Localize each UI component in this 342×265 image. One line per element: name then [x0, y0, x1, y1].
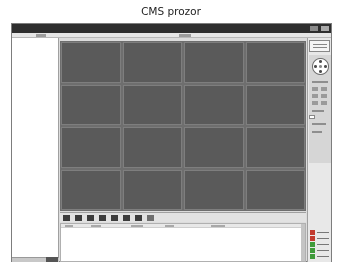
video-cell[interactable] — [61, 169, 121, 210]
ptz-option — [312, 81, 328, 83]
title-bar — [12, 24, 331, 33]
menu-item[interactable] — [179, 34, 191, 37]
status-label — [317, 238, 329, 239]
focus-near-button[interactable] — [312, 94, 318, 98]
video-cell[interactable] — [61, 42, 121, 83]
event-log-header — [61, 224, 305, 228]
video-cell[interactable] — [122, 127, 182, 168]
video-cell[interactable] — [245, 127, 305, 168]
alarm-icon — [310, 230, 315, 235]
layout-13-icon[interactable] — [123, 215, 130, 221]
zoom-in-button[interactable] — [312, 87, 318, 91]
video-cell[interactable] — [245, 169, 305, 210]
ptz-direction-pad[interactable] — [312, 58, 329, 75]
video-cell[interactable] — [184, 169, 244, 210]
status-label — [317, 244, 329, 245]
alarm-icon — [310, 236, 315, 241]
ptz-option — [312, 131, 322, 133]
layout-1-icon[interactable] — [63, 215, 70, 221]
video-cell[interactable] — [61, 127, 121, 168]
ptz-left-arrow-icon[interactable] — [314, 65, 317, 68]
device-status-list — [309, 230, 331, 260]
logo-box — [309, 40, 330, 52]
video-area — [60, 41, 306, 211]
layout-16-icon[interactable] — [135, 215, 142, 221]
ptz-center-icon[interactable] — [319, 65, 322, 68]
device-online-icon — [310, 254, 315, 259]
video-cell[interactable] — [122, 169, 182, 210]
status-label — [317, 232, 329, 233]
zoom-out-button[interactable] — [321, 87, 327, 91]
fullscreen-icon[interactable] — [147, 215, 154, 221]
layout-9-icon[interactable] — [111, 215, 118, 221]
ptz-down-arrow-icon[interactable] — [319, 70, 322, 73]
layout-4-icon[interactable] — [75, 215, 82, 221]
log-column-header — [131, 225, 143, 227]
menu-bar — [12, 33, 331, 38]
device-tree-panel[interactable] — [12, 38, 59, 262]
video-cell[interactable] — [245, 42, 305, 83]
menu-item[interactable] — [36, 34, 46, 37]
status-item[interactable] — [310, 242, 330, 247]
minimize-button[interactable] — [310, 26, 318, 31]
status-label — [317, 250, 329, 251]
log-column-header — [65, 225, 73, 227]
video-cell[interactable] — [61, 84, 121, 125]
status-item[interactable] — [310, 236, 330, 241]
focus-far-button[interactable] — [321, 94, 327, 98]
cms-window — [11, 23, 332, 262]
status-item[interactable] — [310, 248, 330, 253]
iris-close-button[interactable] — [321, 101, 327, 105]
ptz-speed-field[interactable] — [309, 115, 315, 119]
event-log — [60, 223, 306, 262]
layout-8-icon[interactable] — [99, 215, 106, 221]
caption: CMS prozor — [141, 6, 201, 18]
device-online-icon — [310, 248, 315, 253]
ptz-controls — [309, 55, 331, 163]
status-item[interactable] — [310, 230, 330, 235]
ptz-right-arrow-icon[interactable] — [324, 65, 327, 68]
log-column-header — [211, 225, 225, 227]
page: CMS prozor — [0, 0, 342, 265]
log-column-header — [91, 225, 101, 227]
video-cell[interactable] — [122, 42, 182, 83]
video-cell[interactable] — [184, 84, 244, 125]
ptz-control-panel — [307, 38, 331, 262]
ptz-option — [312, 123, 326, 125]
layout-toolbar — [60, 212, 306, 222]
device-online-icon — [310, 242, 315, 247]
log-column-header — [165, 225, 174, 227]
video-cell[interactable] — [245, 84, 305, 125]
status-item[interactable] — [310, 254, 330, 259]
status-label — [317, 256, 329, 257]
video-grid — [60, 41, 306, 211]
layout-6-icon[interactable] — [87, 215, 94, 221]
log-scrollbar[interactable] — [301, 224, 305, 261]
video-cell[interactable] — [122, 84, 182, 125]
search-button[interactable] — [46, 257, 58, 262]
video-cell[interactable] — [184, 127, 244, 168]
close-button[interactable] — [321, 26, 329, 31]
video-cell[interactable] — [184, 42, 244, 83]
ptz-up-arrow-icon[interactable] — [319, 60, 322, 63]
iris-open-button[interactable] — [312, 101, 318, 105]
ptz-option — [312, 110, 324, 112]
